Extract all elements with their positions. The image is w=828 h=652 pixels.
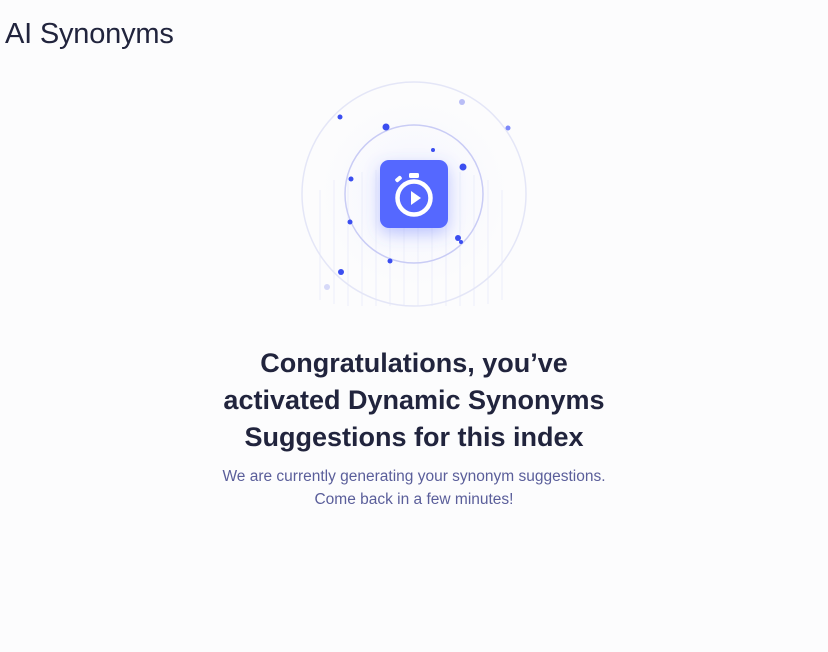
page: AI Synonyms Congratulations, you’ve acti… [0,0,828,652]
orbit-graphic [300,80,528,308]
status-message-line-2: Come back in a few minutes! [314,491,514,508]
stopwatch-icon [380,160,448,228]
synonyms-illustration [300,80,528,308]
headline-line-2: activated Dynamic Synonyms [223,385,605,415]
page-title: AI Synonyms [5,18,174,50]
success-headline: Congratulations, you’ve activated Dynami… [164,345,664,456]
headline-line-3: Suggestions for this index [244,422,584,452]
headline-line-1: Congratulations, you’ve [260,348,568,378]
status-message-line-1: We are currently generating your synonym… [222,468,606,485]
status-message: We are currently generating your synonym… [164,465,664,511]
